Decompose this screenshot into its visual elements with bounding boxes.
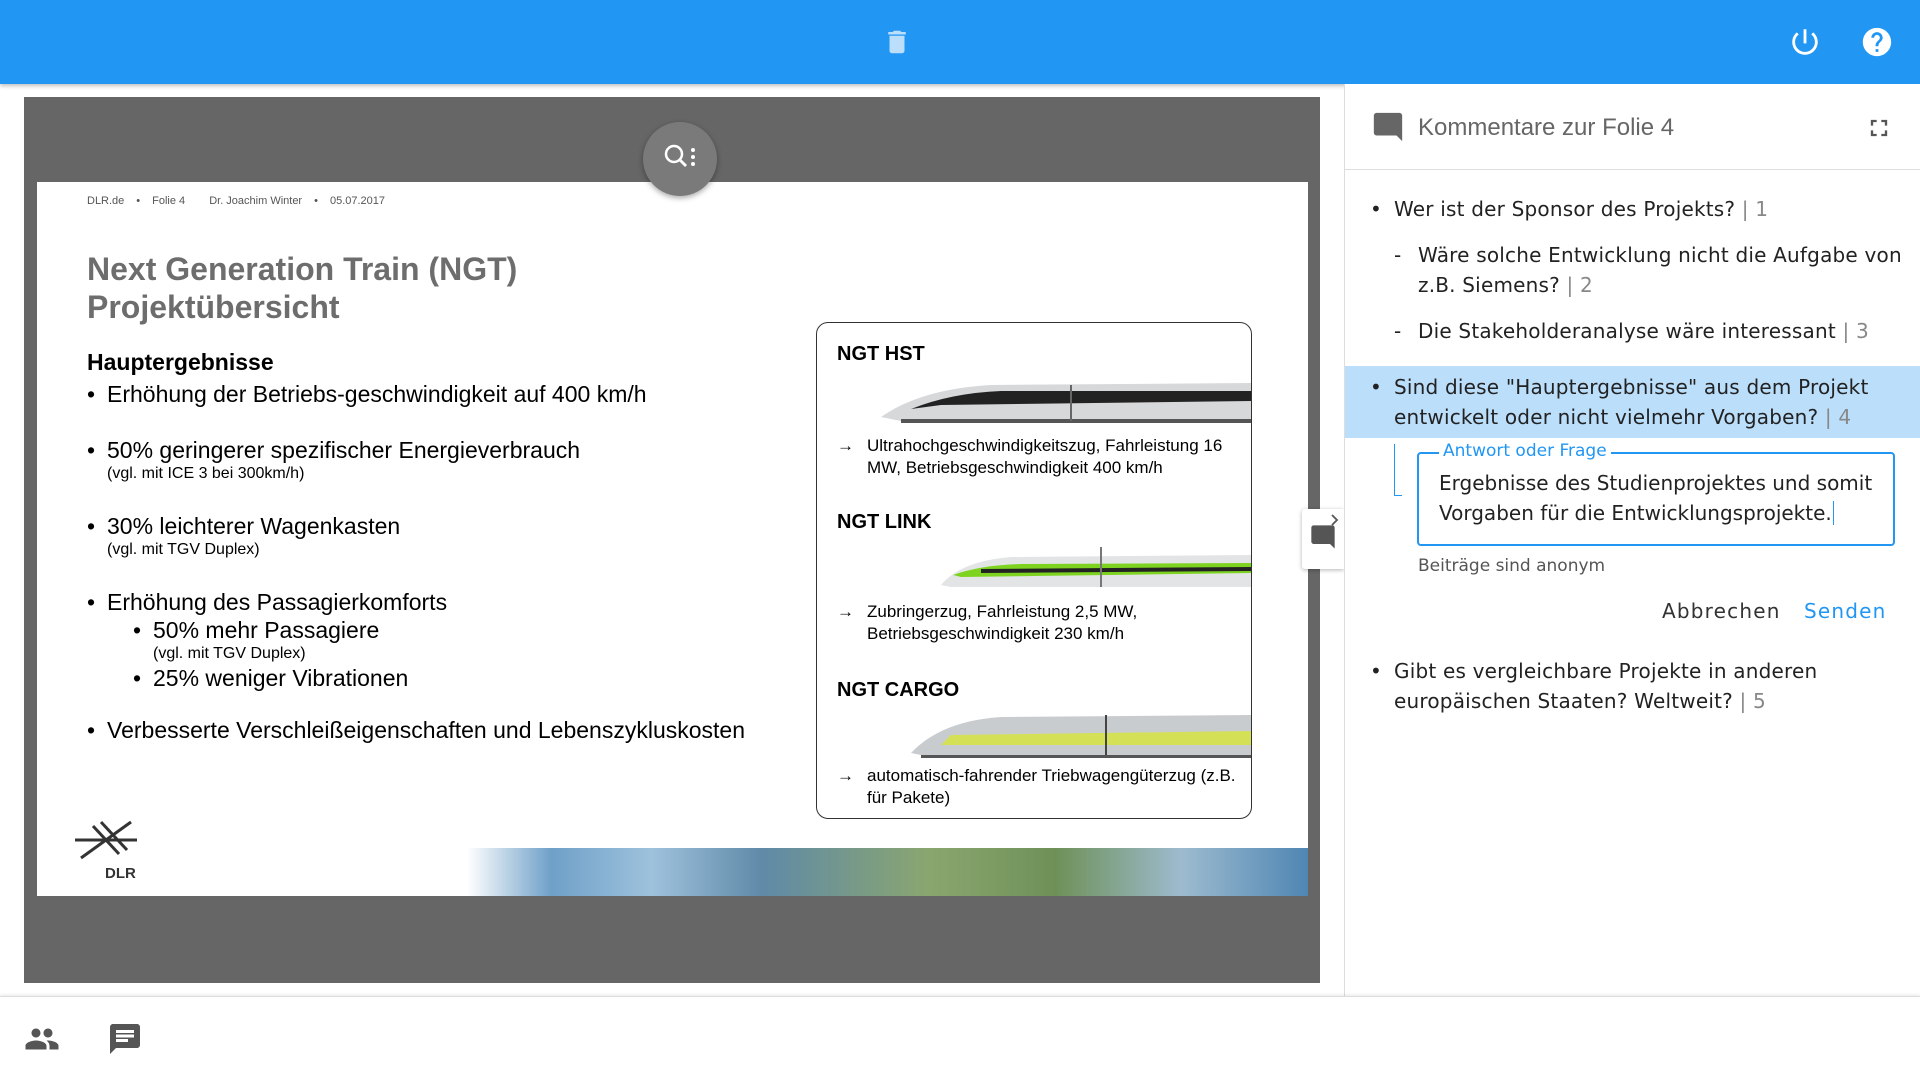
comments-panel: Kommentare zur Folie 4 • Wer ist der Spo… (1344, 84, 1920, 996)
text-cursor (1832, 501, 1834, 525)
comment-number: | 3 (1842, 319, 1869, 343)
slide-title-line: Projektübersicht (87, 289, 340, 325)
top-app-bar (0, 0, 1920, 84)
comment-reply[interactable]: - Die Stakeholderanalyse wäre interessan… (1394, 316, 1869, 346)
train-description-text: Ultrahochgeschwindigkeitszug, Fahrleistu… (867, 436, 1223, 477)
reply-thread-line (1394, 444, 1402, 496)
answer-input-label: Antwort oder Frage (1439, 441, 1611, 461)
dlr-logo-text: DLR (105, 865, 136, 882)
bullet-mark: • (1370, 197, 1382, 221)
train-description: → Ultrahochgeschwindigkeitszug, Fahrleist… (837, 435, 1247, 479)
bullet-mark: • (1370, 375, 1382, 399)
comment-icon (1371, 110, 1405, 149)
comment-text: Gibt es vergleichbare Projekte in andere… (1394, 659, 1818, 683)
slide-meta-date: 05.07.2017 (329, 195, 386, 207)
train-name: NGT HST (837, 343, 925, 365)
comment-item[interactable]: • Wer ist der Sponsor des Projekts? | 1 (1370, 194, 1769, 224)
comment-number: | 5 (1739, 689, 1766, 713)
chat-icon[interactable] (107, 1021, 143, 1062)
dlr-logo: DLR (71, 818, 141, 882)
comments-title: Kommentare zur Folie 4 (1418, 114, 1675, 141)
answer-text-line: Vorgaben für die Entwicklungsprojekte. (1439, 501, 1832, 525)
train-overview-box: NGT HST → Ultrahochgeschwindigkeitszug, F… (816, 322, 1252, 819)
slide-title-line: Next Generation Train (NGT) (87, 251, 518, 287)
result-item: 30% leichterer Wagenkasten (87, 512, 827, 540)
results-list: Hauptergebnisse Erhöhung der Betriebs-ge… (87, 349, 827, 744)
result-subitem: 50% mehr Passagiere (87, 616, 827, 644)
people-icon[interactable] (24, 1021, 60, 1062)
slide-meta-site: DLR.de (87, 195, 125, 207)
results-heading: Hauptergebnisse (87, 349, 274, 375)
comment-reply[interactable]: - Wäre solche Entwicklung nicht die Aufg… (1394, 240, 1902, 300)
arrow-icon: → (837, 436, 854, 455)
train-description-text: Zubringerzug, Fahrleistung 2,5 MW, Betri… (867, 602, 1138, 643)
search-more-icon (662, 142, 698, 177)
bottom-bar (0, 996, 1920, 1080)
dash-mark: - (1394, 319, 1402, 343)
arrow-icon: → (837, 602, 854, 621)
earth-footer-image (467, 848, 1308, 896)
link-train-image (941, 547, 1251, 587)
cargo-train-image (911, 715, 1251, 758)
slide-title: Next Generation Train (NGT) Projektübers… (87, 250, 517, 326)
train-name: NGT CARGO (837, 679, 960, 701)
arrow-icon: → (837, 766, 854, 785)
comment-number: | 4 (1824, 405, 1852, 429)
comment-text: Wäre solche Entwicklung nicht die Aufgab… (1418, 243, 1902, 267)
comment-number: | 1 (1741, 197, 1769, 221)
answer-input[interactable]: Antwort oder Frage Ergebnisse des Studie… (1417, 441, 1895, 546)
anonymous-hint: Beiträge sind anonym (1418, 556, 1606, 576)
zoom-button[interactable] (643, 122, 717, 196)
comment-item[interactable]: • Gibt es vergleichbare Projekte in ande… (1370, 656, 1818, 716)
slide-meta: DLR.de • Folie 4 Dr. Joachim Winter • 05.07.2… (87, 195, 397, 207)
comment-text: Sind diese "Hauptergebnisse" aus dem Pro… (1394, 375, 1869, 399)
train-description: → automatisch-fahrender Triebwagengüterzu… (837, 765, 1247, 809)
chevron-right-icon (1329, 513, 1341, 532)
comment-text: Die Stakeholderanalyse wäre interessant (1418, 319, 1836, 343)
result-item: 50% geringerer spezifischer Energieverbr… (87, 436, 827, 464)
slide-meta-sep: • (136, 195, 141, 207)
slide: DLR.de • Folie 4 Dr. Joachim Winter • 05.07.2… (37, 182, 1308, 896)
slide-meta-page: Folie 4 (152, 195, 186, 207)
trash-icon[interactable] (879, 24, 915, 60)
slide-meta-sep: • (314, 195, 318, 207)
panel-toggle-button[interactable] (1302, 509, 1344, 569)
comment-text: Wer ist der Sponsor des Projekts? (1394, 197, 1736, 221)
slide-meta-author: Dr. Joachim Winter (209, 195, 303, 207)
train-description: → Zubringerzug, Fahrleistung 2,5 MW, Betr… (837, 601, 1247, 645)
train-name: NGT LINK (837, 511, 932, 533)
comment-number: | 2 (1566, 273, 1593, 297)
result-note: (vgl. mit TGV Duplex) (107, 541, 260, 558)
power-icon[interactable] (1787, 24, 1823, 60)
result-note: (vgl. mit TGV Duplex) (153, 645, 306, 662)
comments-header: Kommentare zur Folie 4 (1345, 84, 1920, 170)
answer-input-value[interactable]: Ergebnisse des Studienprojektes und somi… (1439, 468, 1879, 528)
send-button[interactable]: Senden (1804, 599, 1887, 623)
answer-text-line: Ergebnisse des Studienprojektes und somi… (1439, 471, 1873, 495)
result-note: (vgl. mit ICE 3 bei 300km/h) (107, 465, 305, 482)
result-subitem: 25% weniger Vibrationen (87, 664, 827, 692)
comment-text: europäischen Staaten? Weltweit? (1394, 689, 1733, 713)
bullet-mark: • (1370, 659, 1382, 683)
comment-text: entwickelt oder nicht vielmehr Vorgaben? (1394, 405, 1819, 429)
hst-train-image (881, 383, 1251, 423)
result-item: Erhöhung der Betriebs-geschwindigkeit au… (87, 380, 827, 408)
result-item: Verbesserte Verschleißeigenschaften und … (87, 716, 827, 744)
cancel-button[interactable]: Abbrechen (1662, 599, 1781, 623)
help-icon[interactable] (1859, 24, 1895, 60)
comment-item-selected[interactable]: • Sind diese "Hauptergebnisse" aus dem P… (1370, 372, 1869, 432)
dash-mark: - (1394, 243, 1402, 267)
result-item: Erhöhung des Passagierkomforts (87, 588, 827, 616)
train-description-text: automatisch-fahrender Triebwagengüterzug… (867, 766, 1236, 807)
fullscreen-icon[interactable] (1865, 114, 1893, 147)
comment-text: z.B. Siemens? (1418, 273, 1560, 297)
